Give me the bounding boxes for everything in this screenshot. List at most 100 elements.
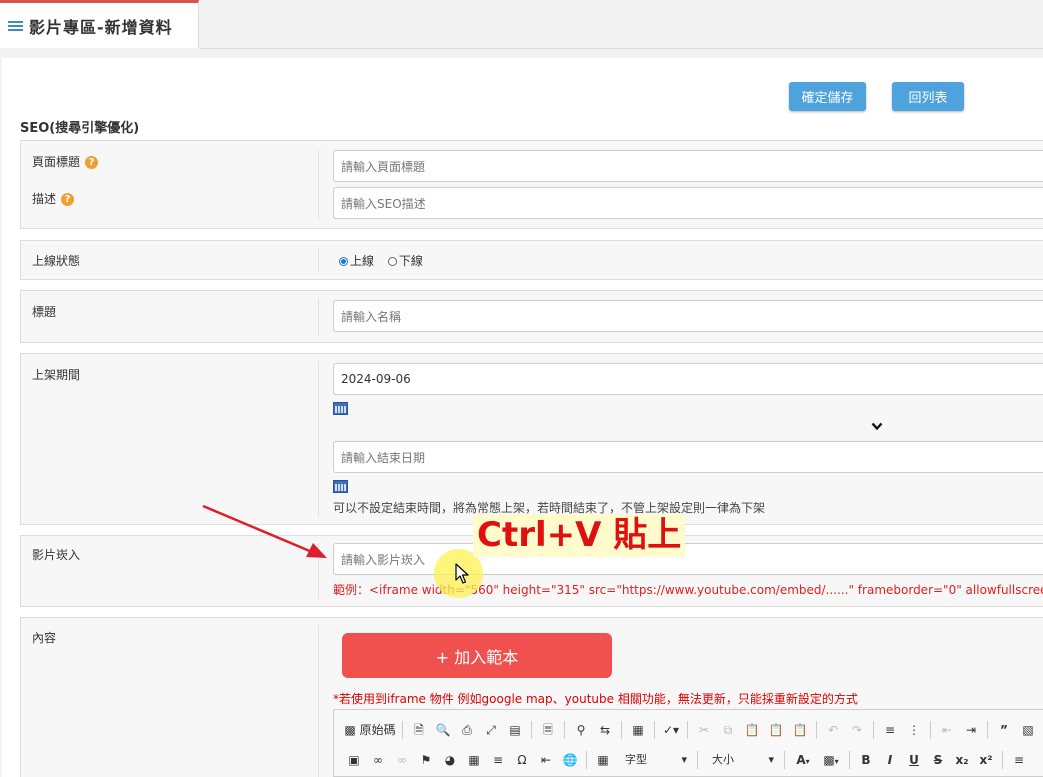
column-divider: [318, 298, 319, 336]
toolbar-row-2: ▣ ∞ ∞ ⚑ ◕ ▦ ≡ Ω ⇤ 🌐 ▦ 字型 ▾ 大小 ▾ A▾ ▩▾ B I …: [342, 747, 1031, 773]
image-icon[interactable]: ▣: [342, 749, 366, 771]
column-divider: [318, 625, 319, 777]
paste-word-icon[interactable]: 📋: [788, 719, 812, 741]
radio-off-icon: [387, 257, 397, 266]
column-divider: [318, 248, 319, 272]
cut-icon[interactable]: ✂: [692, 719, 716, 741]
column-divider: [318, 361, 319, 517]
find-icon[interactable]: ⚲: [569, 719, 593, 741]
embed-label: 影片崁入: [32, 548, 81, 562]
toolbar-row-1: ▩ 原始碼 🗎 🔍 ⎙ ⤢ ▤ 🗏 ⚲ ⇆ ▦ ✓▾ ✂ ⧉ 📋 📋 📋 ↶ ↷…: [342, 717, 1040, 743]
chevron-down-icon[interactable]: [871, 422, 883, 431]
new-page-icon[interactable]: 🗎: [407, 719, 431, 741]
page-title: 影片專區-新增資料: [29, 17, 173, 37]
italic-icon[interactable]: I: [878, 749, 902, 771]
flash-icon[interactable]: ◕: [438, 749, 462, 771]
status-online-radio[interactable]: 上線: [339, 254, 374, 268]
special-char-icon[interactable]: Ω: [510, 749, 534, 771]
title-input[interactable]: 請輸入名稱: [333, 300, 1043, 332]
chevron-down-icon: ▾: [681, 753, 687, 766]
strikethrough-icon[interactable]: S: [926, 749, 950, 771]
bg-color-icon[interactable]: ▩▾: [817, 749, 845, 771]
templates-icon[interactable]: 🗏: [536, 719, 560, 741]
superscript-icon[interactable]: x²: [974, 749, 998, 771]
page-title-input[interactable]: 請輸入頁面標題: [333, 150, 1043, 182]
bold-icon[interactable]: B: [854, 749, 878, 771]
show-blocks-icon[interactable]: ▤: [503, 719, 527, 741]
save-button[interactable]: 確定儲存: [789, 82, 866, 111]
maximize-icon[interactable]: ⤢: [479, 719, 503, 741]
toolbar-separator: [849, 751, 850, 769]
align-left-icon[interactable]: ≡: [1007, 749, 1031, 771]
title-label: 標題: [32, 305, 57, 319]
print-icon[interactable]: ⎙: [455, 719, 479, 741]
bulleted-list-icon[interactable]: ⋮: [902, 719, 926, 741]
toolbar-separator: [1002, 751, 1003, 769]
numbered-list-icon[interactable]: ≡: [878, 719, 902, 741]
column-divider: [318, 543, 319, 599]
end-date-input[interactable]: 請輸入結束日期: [333, 441, 1043, 473]
table-icon[interactable]: ▦: [462, 749, 486, 771]
flag-icon[interactable]: ⚑: [414, 749, 438, 771]
status-section: [20, 240, 1043, 280]
page-tab: 影片專區-新增資料: [0, 0, 199, 48]
font-select-label: 字型: [625, 753, 647, 766]
font-select[interactable]: 字型 ▾: [615, 749, 693, 771]
status-offline-radio[interactable]: 下線: [387, 254, 423, 268]
horizontal-rule-icon[interactable]: ≡: [486, 749, 510, 771]
back-to-list-button[interactable]: 回列表: [892, 82, 964, 111]
indent-icon[interactable]: ⇥: [959, 719, 983, 741]
description-label-text: 描述: [32, 192, 57, 206]
undo-icon[interactable]: ↶: [821, 719, 845, 741]
outdent-icon[interactable]: ⇤: [935, 719, 959, 741]
help-icon[interactable]: ?: [85, 156, 99, 169]
annotation-label: Ctrl+V 貼上: [473, 514, 685, 557]
editor-toolbar: ▩ 原始碼 🗎 🔍 ⎙ ⤢ ▤ 🗏 ⚲ ⇆ ▦ ✓▾ ✂ ⧉ 📋 📋 📋 ↶ ↷…: [333, 709, 1043, 777]
toolbar-separator: [687, 721, 688, 739]
redo-icon[interactable]: ↷: [845, 719, 869, 741]
toolbar-separator: [654, 721, 655, 739]
preview-icon[interactable]: 🔍: [431, 719, 455, 741]
subscript-icon[interactable]: x₂: [950, 749, 974, 771]
table-grid-icon[interactable]: ▦: [591, 749, 615, 771]
column-divider: [318, 150, 319, 220]
seo-description-input[interactable]: 請輸入SEO描述: [333, 187, 1043, 219]
paste-text-icon[interactable]: 📋: [764, 719, 788, 741]
page-title-label: 頁面標題?: [32, 153, 99, 170]
iframe-icon[interactable]: 🌐: [558, 749, 582, 771]
blockquote-icon[interactable]: ”: [992, 719, 1016, 741]
unlink-icon[interactable]: ∞: [390, 749, 414, 771]
source-button[interactable]: ▩ 原始碼: [342, 719, 398, 741]
div-icon[interactable]: ▧: [1016, 719, 1040, 741]
add-template-button[interactable]: + 加入範本: [342, 633, 612, 678]
toolbar-separator: [531, 721, 532, 739]
toolbar-separator: [873, 721, 874, 739]
description-label: 描述?: [32, 190, 75, 207]
select-all-icon[interactable]: ▦: [626, 719, 650, 741]
size-select[interactable]: 大小 ▾: [702, 749, 780, 771]
toolbar-separator: [930, 721, 931, 739]
paste-icon[interactable]: 📋: [740, 719, 764, 741]
toolbar-separator: [784, 751, 785, 769]
seo-heading: SEO(搜尋引擎優化): [20, 121, 140, 136]
status-options: 上線 下線: [339, 252, 423, 269]
toolbar-separator: [697, 751, 698, 769]
page-break-icon[interactable]: ⇤: [534, 749, 558, 771]
replace-icon[interactable]: ⇆: [593, 719, 617, 741]
period-label: 上架期間: [32, 368, 81, 382]
start-date-input[interactable]: 2024-09-06: [333, 363, 1043, 395]
content-label: 內容: [32, 631, 57, 645]
calendar-icon[interactable]: [333, 402, 348, 415]
link-icon[interactable]: ∞: [366, 749, 390, 771]
copy-icon[interactable]: ⧉: [716, 719, 740, 741]
status-offline-label: 下線: [398, 254, 423, 268]
underline-icon[interactable]: U: [902, 749, 926, 771]
text-color-icon[interactable]: A▾: [789, 749, 817, 771]
toolbar-separator: [621, 721, 622, 739]
page-title-label-text: 頁面標題: [32, 155, 81, 169]
help-icon[interactable]: ?: [61, 193, 75, 206]
toolbar-separator: [564, 721, 565, 739]
spellcheck-icon[interactable]: ✓▾: [659, 719, 683, 741]
calendar-icon[interactable]: [333, 480, 348, 493]
status-label: 上線狀態: [32, 254, 81, 268]
